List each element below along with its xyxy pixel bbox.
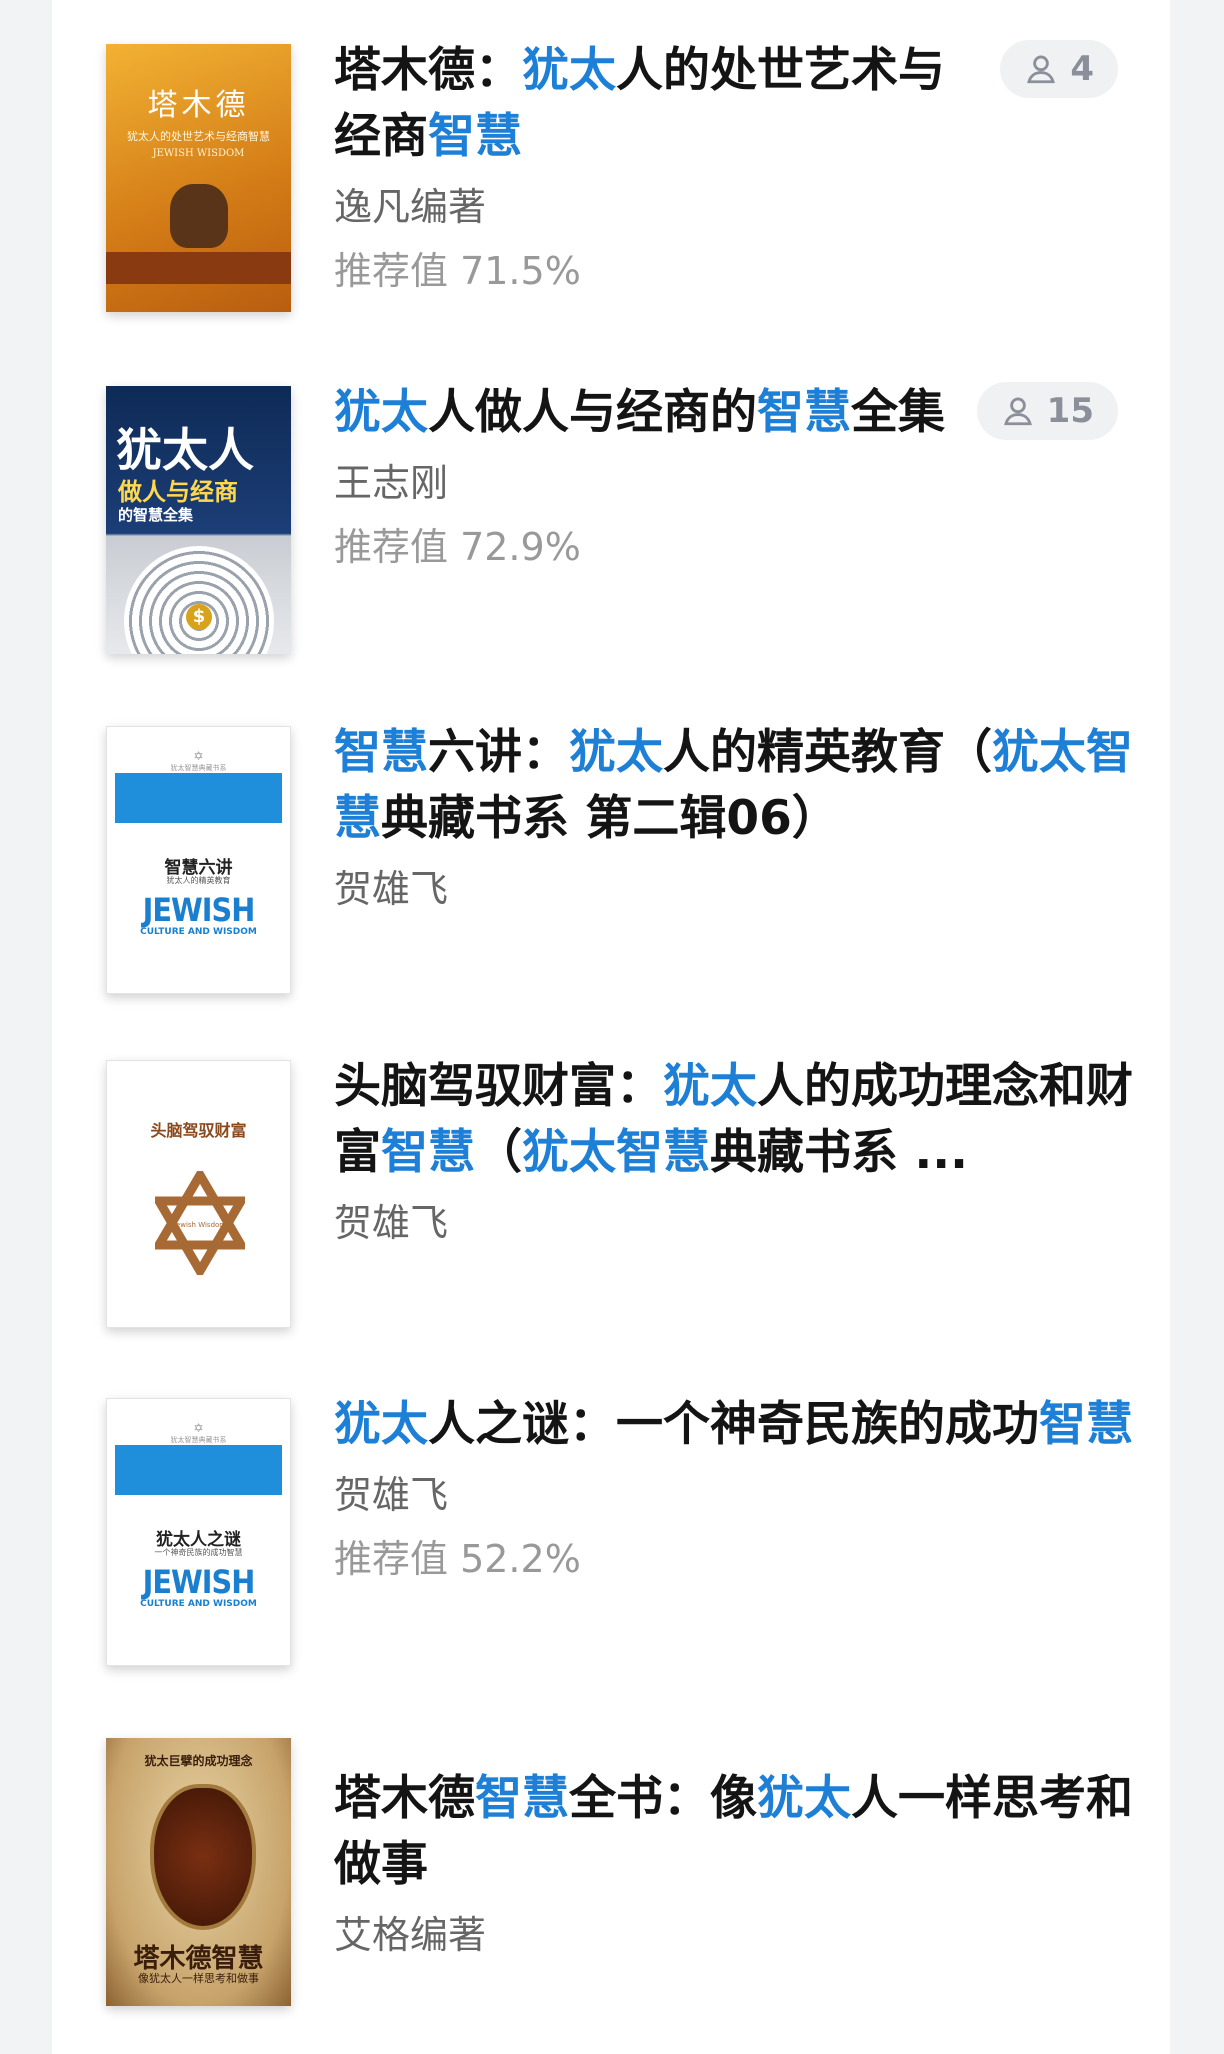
- cover-title: 塔木德: [147, 88, 250, 123]
- book-author[interactable]: 艾格编著: [334, 1910, 1134, 1960]
- cover-band: [115, 1445, 282, 1495]
- crest-image: [150, 1784, 256, 1930]
- book-item[interactable]: ✡ 犹太智慧典藏书系 犹太人之谜 一个神奇民族的成功智慧 JEWISH CULT…: [52, 1360, 1170, 1700]
- title-text: 人之谜：一个神奇民族的成功: [428, 1397, 1039, 1452]
- book-item[interactable]: 头脑驾驭财富 Jewish Wisdom 头脑驾驭财富：犹太人的成功理念和财富智…: [52, 1020, 1170, 1360]
- dollar-icon: $: [186, 604, 212, 630]
- title-text: 塔木德: [334, 1771, 475, 1826]
- book-title[interactable]: 头脑驾驭财富：犹太人的成功理念和财富智慧（犹太智慧典藏书系 ...: [334, 1054, 1134, 1186]
- cover-english: JEWISH: [142, 891, 256, 929]
- cover-series: 犹太智慧典藏书系: [170, 1436, 227, 1444]
- readers-count: 15: [1046, 391, 1094, 431]
- cover-title: 头脑驾驭财富: [150, 1121, 247, 1140]
- book-cover[interactable]: 塔木德 犹太人的处世艺术与经商智慧 JEWISH WISDOM: [106, 44, 291, 312]
- cover-english-sub: CULTURE AND WISDOM: [140, 927, 257, 937]
- book-cover[interactable]: 犹太巨擘的成功理念 塔木德智慧 像犹太人一样思考和做事: [106, 1738, 291, 2006]
- star-of-david-icon: ✡: [193, 1421, 204, 1435]
- title-text: 塔木德：: [334, 43, 522, 98]
- cover-english-sub: CULTURE AND WISDOM: [140, 1599, 257, 1609]
- cover-subtitle: 犹太人的精英教育: [166, 876, 231, 885]
- cover-band: [106, 252, 291, 284]
- title-keyword-highlight: 智慧: [381, 1125, 475, 1180]
- title-keyword-highlight: 犹太智慧: [522, 1125, 710, 1180]
- title-text: 典藏书系 ...: [710, 1125, 968, 1180]
- recommend-score: 推荐值 52.2%: [334, 1537, 581, 1581]
- title-text: 全集: [851, 385, 945, 440]
- cover-subtitle-2: 的智慧全集: [118, 506, 194, 524]
- title-keyword-highlight: 智慧: [1039, 1397, 1133, 1452]
- readers-count: 4: [1070, 49, 1094, 89]
- cover-subtitle: 做人与经商: [118, 477, 238, 506]
- book-cover[interactable]: ✡ 犹太智慧典藏书系 智慧六讲 犹太人的精英教育 JEWISH CULTURE …: [106, 726, 291, 994]
- book-item[interactable]: ✡ 犹太智慧典藏书系 智慧六讲 犹太人的精英教育 JEWISH CULTURE …: [52, 680, 1170, 1020]
- book-item[interactable]: 塔木德 犹太人的处世艺术与经商智慧 JEWISH WISDOM 塔木德：犹太人的…: [52, 0, 1170, 340]
- title-keyword-highlight: 犹太: [334, 1397, 428, 1452]
- title-keyword-highlight: 犹太: [334, 385, 428, 440]
- book-author[interactable]: 贺雄飞: [334, 1470, 1134, 1520]
- user-icon: [1027, 55, 1056, 84]
- title-text: 头脑驾驭财富：: [334, 1059, 663, 1114]
- title-keyword-highlight: 智慧: [757, 385, 851, 440]
- user-icon: [1003, 397, 1032, 426]
- cover-subtitle: 像犹太人一样思考和做事: [138, 1972, 259, 1985]
- title-keyword-highlight: 智慧: [428, 109, 522, 164]
- title-text: 人做人与经商的: [428, 385, 757, 440]
- book-author[interactable]: 贺雄飞: [334, 1198, 1134, 1248]
- book-title[interactable]: 塔木德智慧全书：像犹太人一样思考和做事: [334, 1766, 1134, 1898]
- title-keyword-highlight: 犹太: [522, 43, 616, 98]
- book-author[interactable]: 贺雄飞: [334, 864, 1134, 914]
- book-cover[interactable]: ✡ 犹太智慧典藏书系 犹太人之谜 一个神奇民族的成功智慧 JEWISH CULT…: [106, 1398, 291, 1666]
- book-cover[interactable]: 头脑驾驭财富 Jewish Wisdom: [106, 1060, 291, 1328]
- star-of-david-icon: ✡: [193, 749, 204, 763]
- title-keyword-highlight: 智慧: [334, 725, 428, 780]
- recommend-score: 推荐值 72.9%: [334, 525, 581, 569]
- title-text: （: [475, 1125, 522, 1180]
- title-keyword-highlight: 犹太: [757, 1771, 851, 1826]
- maze-image: [124, 546, 274, 654]
- title-text: 人的精英教育（: [663, 725, 992, 780]
- star-of-david-icon: Jewish Wisdom: [155, 1171, 245, 1275]
- book-title[interactable]: 塔木德：犹太人的处世艺术与经商智慧: [334, 38, 954, 170]
- cover-tagline: 犹太巨擘的成功理念: [144, 1754, 253, 1768]
- title-text: 六讲：: [428, 725, 569, 780]
- recommend-score: 推荐值 71.5%: [334, 249, 581, 293]
- book-cover[interactable]: 犹太人 做人与经商 的智慧全集 $: [106, 386, 291, 654]
- star-label: Jewish Wisdom: [173, 1221, 226, 1229]
- readers-badge: 15: [976, 382, 1118, 440]
- cover-subtitle: 犹太人的处世艺术与经商智慧: [127, 130, 270, 143]
- book-search-results: 塔木德 犹太人的处世艺术与经商智慧 JEWISH WISDOM 塔木德：犹太人的…: [52, 0, 1170, 2054]
- book-title[interactable]: 犹太人之谜：一个神奇民族的成功智慧: [334, 1392, 1134, 1458]
- book-title[interactable]: 犹太人做人与经商的智慧全集: [334, 380, 974, 446]
- cover-series: 犹太智慧典藏书系: [170, 764, 227, 772]
- book-item[interactable]: 犹太人 做人与经商 的智慧全集 $ 犹太人做人与经商的智慧全集 王志刚 推荐值 …: [52, 340, 1170, 680]
- title-keyword-highlight: 智慧: [475, 1771, 569, 1826]
- cover-english: JEWISH WISDOM: [152, 148, 245, 159]
- cover-band: [115, 773, 282, 823]
- cover-title: 犹太人: [116, 423, 254, 477]
- book-item[interactable]: 犹太巨擘的成功理念 塔木德智慧 像犹太人一样思考和做事 塔木德智慧全书：像犹太人…: [52, 1700, 1170, 2054]
- title-keyword-highlight: 犹太: [663, 1059, 757, 1114]
- cover-english: JEWISH: [142, 1563, 256, 1601]
- readers-badge: 4: [1000, 40, 1118, 98]
- book-author[interactable]: 逸凡编著: [334, 182, 954, 232]
- title-text: 典藏书系 第二辑06）: [381, 791, 839, 846]
- title-keyword-highlight: 犹太: [569, 725, 663, 780]
- portrait-image: [170, 184, 228, 248]
- cover-subtitle: 一个神奇民族的成功智慧: [154, 1548, 243, 1557]
- book-author[interactable]: 王志刚: [334, 458, 974, 508]
- title-text: 全书：像: [569, 1771, 757, 1826]
- book-title[interactable]: 智慧六讲：犹太人的精英教育（犹太智慧典藏书系 第二辑06）: [334, 720, 1134, 852]
